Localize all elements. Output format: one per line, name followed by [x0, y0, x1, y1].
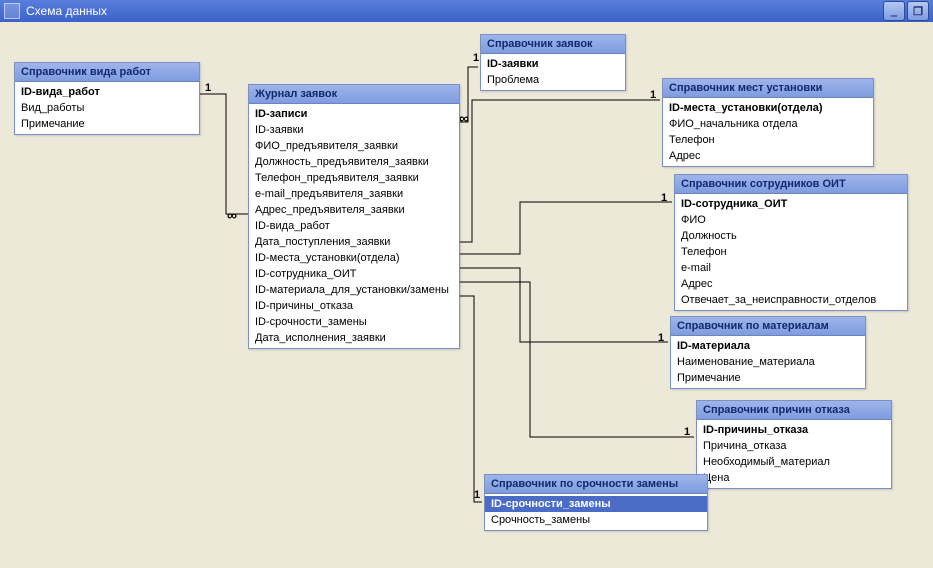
table-title: Справочник причин отказа [697, 401, 891, 420]
card-1: 1 [205, 82, 211, 94]
field[interactable]: e-mail [675, 260, 907, 276]
field[interactable]: Телефон_предъявителя_заявки [249, 170, 459, 186]
field[interactable]: Адрес_предъявителя_заявки [249, 202, 459, 218]
field[interactable]: ID-срочности_замены [249, 314, 459, 330]
field[interactable]: ID-сотрудника_ОИТ [249, 266, 459, 282]
field[interactable]: ID-вида_работ [15, 84, 199, 100]
table-urgency[interactable]: Справочник по срочности замены ID-срочно… [484, 474, 708, 531]
field-list: ID-срочности_замены Срочность_замены [485, 494, 707, 530]
table-title: Справочник заявок [481, 35, 625, 54]
window-title: Схема данных [26, 4, 107, 18]
field[interactable]: ID-материала [671, 338, 865, 354]
field-list: ID-места_установки(отдела) ФИО_начальник… [663, 98, 873, 166]
field-list: ID-заявки Проблема [481, 54, 625, 90]
card-1: 1 [661, 192, 667, 204]
field[interactable]: Срочность_замены [485, 512, 707, 528]
table-title: Справочник мест установки [663, 79, 873, 98]
field[interactable]: ID-заявки [481, 56, 625, 72]
field[interactable]: Примечание [671, 370, 865, 386]
table-materials[interactable]: Справочник по материалам ID-материала На… [670, 316, 866, 389]
field[interactable]: Телефон [675, 244, 907, 260]
field[interactable]: Адрес [663, 148, 873, 164]
field[interactable]: ID-материала_для_установки/замены [249, 282, 459, 298]
field-list: ID-сотрудника_ОИТ ФИО Должность Телефон … [675, 194, 907, 310]
field[interactable]: ID-вида_работ [249, 218, 459, 234]
field[interactable]: ID-причины_отказа [249, 298, 459, 314]
card-inf: ∞ [459, 110, 469, 126]
card-1: 1 [650, 89, 656, 101]
field[interactable]: Необходимый_материал [697, 454, 891, 470]
window-titlebar[interactable]: Схема данных ‗ ❐ [0, 0, 933, 22]
table-title: Журнал заявок [249, 85, 459, 104]
table-title: Справочник по материалам [671, 317, 865, 336]
field[interactable]: ID-места_установки(отдела) [249, 250, 459, 266]
table-work-type-ref[interactable]: Справочник вида работ ID-вида_работ Вид_… [14, 62, 200, 135]
table-requests-ref[interactable]: Справочник заявок ID-заявки Проблема [480, 34, 626, 91]
field[interactable]: Проблема [481, 72, 625, 88]
field[interactable]: Адрес [675, 276, 907, 292]
field[interactable]: Причина_отказа [697, 438, 891, 454]
field[interactable]: ID-места_установки(отдела) [663, 100, 873, 116]
field[interactable]: Дата_исполнения_заявки [249, 330, 459, 346]
table-install-places[interactable]: Справочник мест установки ID-места_устан… [662, 78, 874, 167]
field[interactable]: Должность [675, 228, 907, 244]
field[interactable]: Должность_предъявителя_заявки [249, 154, 459, 170]
field[interactable]: Цена [697, 470, 891, 486]
field-list: ID-вида_работ Вид_работы Примечание [15, 82, 199, 134]
field[interactable]: Дата_поступления_заявки [249, 234, 459, 250]
field-list: ID-причины_отказа Причина_отказа Необход… [697, 420, 891, 488]
field[interactable]: ID-срочности_замены [485, 496, 707, 512]
field[interactable]: Вид_работы [15, 100, 199, 116]
field[interactable]: ID-причины_отказа [697, 422, 891, 438]
card-1: 1 [658, 332, 664, 344]
card-1: 1 [473, 52, 479, 64]
field[interactable]: ФИО_начальника отдела [663, 116, 873, 132]
field[interactable]: Отвечает_за_неисправности_отделов [675, 292, 907, 308]
app-icon [4, 3, 20, 19]
table-oit-employees[interactable]: Справочник сотрудников ОИТ ID-сотрудника… [674, 174, 908, 311]
field[interactable]: ID-сотрудника_ОИТ [675, 196, 907, 212]
field-list: ID-записи ID-заявки ФИО_предъявителя_зая… [249, 104, 459, 348]
field[interactable]: ФИО_предъявителя_заявки [249, 138, 459, 154]
card-1: 1 [684, 426, 690, 438]
table-title: Справочник вида работ [15, 63, 199, 82]
card-inf: ∞ [227, 207, 237, 223]
minimize-button[interactable]: ‗ [883, 1, 905, 21]
field[interactable]: Телефон [663, 132, 873, 148]
field[interactable]: Наименование_материала [671, 354, 865, 370]
table-title: Справочник по срочности замены [485, 475, 707, 494]
field[interactable]: Примечание [15, 116, 199, 132]
table-request-journal[interactable]: Журнал заявок ID-записи ID-заявки ФИО_пр… [248, 84, 460, 349]
table-title: Справочник сотрудников ОИТ [675, 175, 907, 194]
field[interactable]: ID-записи [249, 106, 459, 122]
field[interactable]: ФИО [675, 212, 907, 228]
field[interactable]: ID-заявки [249, 122, 459, 138]
card-1: 1 [474, 489, 480, 501]
restore-button[interactable]: ❐ [907, 1, 929, 21]
field-list: ID-материала Наименование_материала Прим… [671, 336, 865, 388]
field[interactable]: e-mail_предъявителя_заявки [249, 186, 459, 202]
table-reject-reasons[interactable]: Справочник причин отказа ID-причины_отка… [696, 400, 892, 489]
schema-canvas[interactable]: 1 ∞ 1 ∞ ∞ ∞ ∞ ∞ ∞ 1 1 1 1 1 Справочник в… [0, 22, 933, 568]
